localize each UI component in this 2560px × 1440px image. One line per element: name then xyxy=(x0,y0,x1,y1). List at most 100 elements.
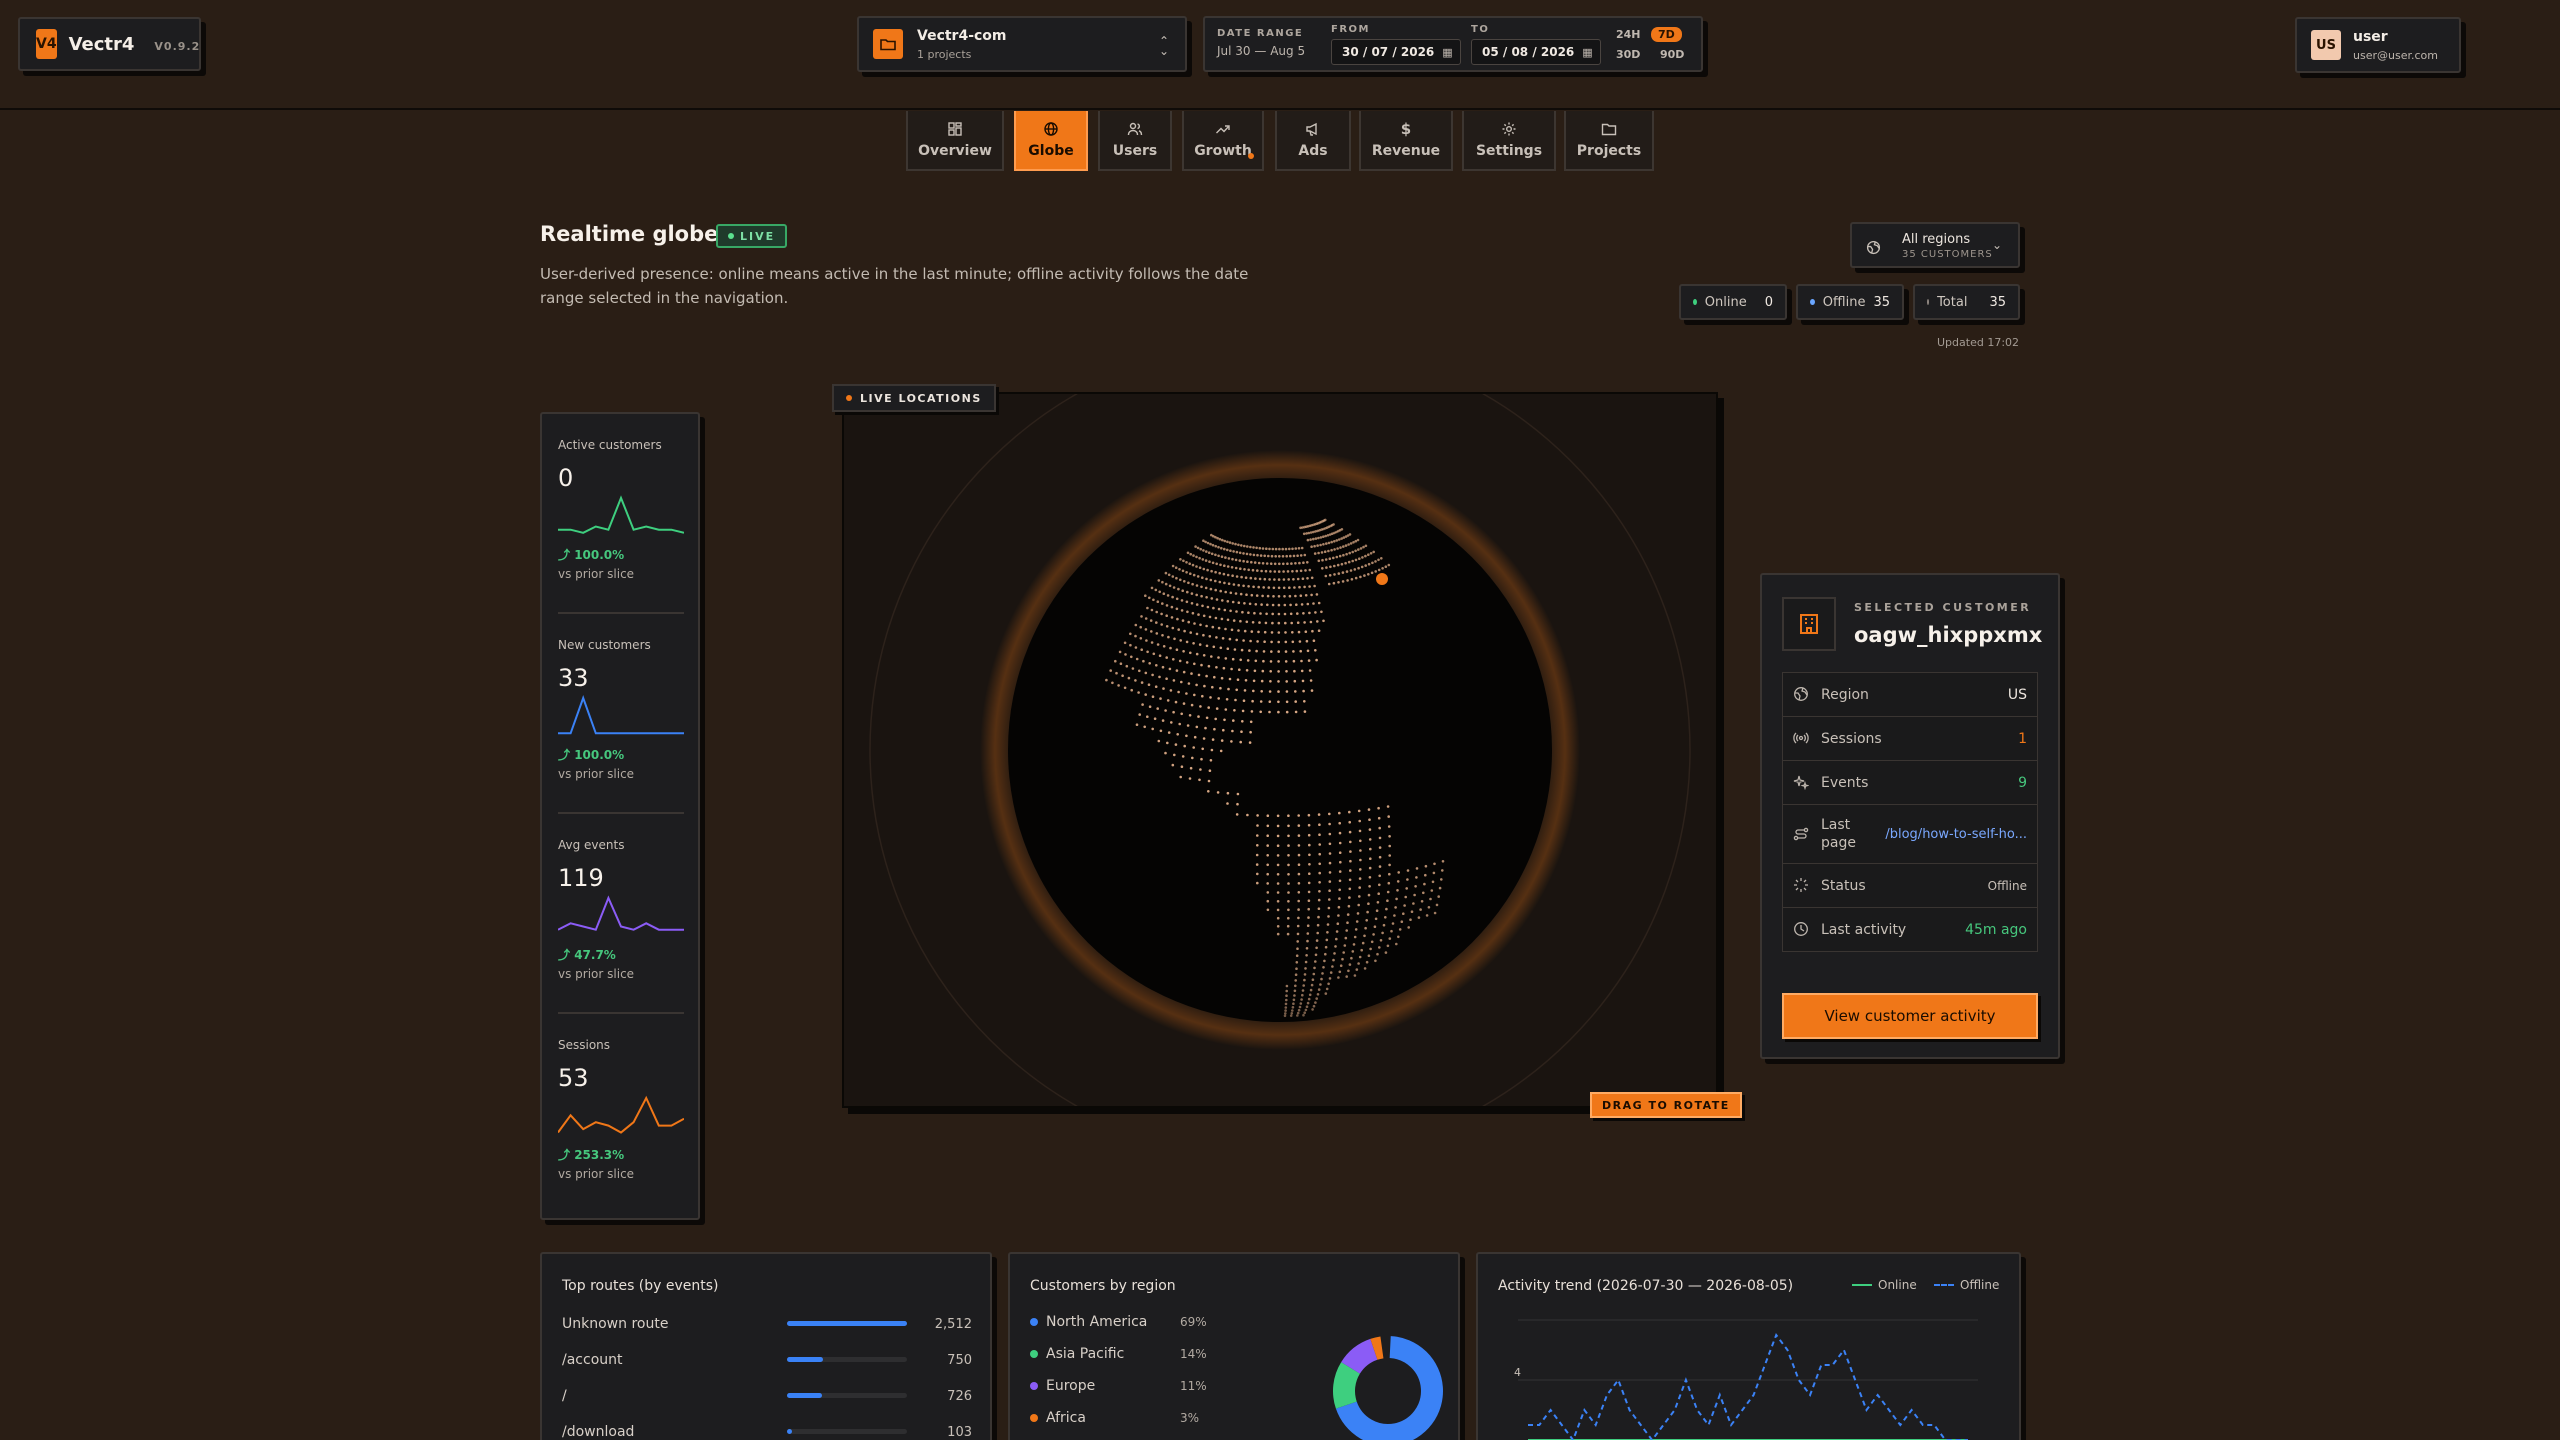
land-dot xyxy=(1271,621,1274,625)
land-dot xyxy=(1256,569,1259,572)
tab-overview[interactable]: Overview xyxy=(906,111,1004,171)
land-dot xyxy=(1372,933,1375,936)
land-dot xyxy=(1196,546,1200,550)
land-dot xyxy=(1169,689,1173,692)
land-dot xyxy=(1363,934,1366,938)
online-dot xyxy=(1693,299,1697,305)
land-dot xyxy=(1308,853,1311,857)
tab-revenue[interactable]: $ Revenue xyxy=(1359,111,1453,171)
land-dot xyxy=(1359,849,1362,852)
land-dot xyxy=(1297,872,1301,876)
land-dot xyxy=(1298,640,1302,643)
land-dot xyxy=(1252,585,1255,589)
land-dot xyxy=(1367,954,1371,957)
customer-location-marker[interactable] xyxy=(1376,573,1388,585)
globe[interactable] xyxy=(844,339,1716,1161)
land-dot xyxy=(1311,978,1315,981)
land-dot xyxy=(1263,640,1266,643)
land-dot xyxy=(1374,917,1378,921)
legend-swatch-online xyxy=(1852,1284,1872,1286)
tab-ads[interactable]: Ads xyxy=(1275,111,1351,171)
preset-90d[interactable]: 90D xyxy=(1660,48,1684,61)
detail-label: Sessions xyxy=(1821,730,1882,747)
land-dot xyxy=(1292,650,1295,653)
land-dot xyxy=(1198,778,1201,782)
land-dot xyxy=(1211,625,1215,629)
land-dot xyxy=(1302,1013,1305,1017)
land-dot xyxy=(1233,709,1236,712)
globe-icon xyxy=(1044,122,1058,136)
view-customer-activity-button[interactable]: View customer activity xyxy=(1782,993,2038,1039)
land-dot xyxy=(1276,854,1280,857)
preset-24h[interactable]: 24H xyxy=(1616,28,1641,41)
land-dot xyxy=(1325,542,1328,545)
land-dot xyxy=(1385,907,1388,911)
route-row[interactable]: Unknown route 2,512 xyxy=(562,1316,972,1336)
land-dot xyxy=(1266,854,1269,857)
land-dot xyxy=(1351,559,1354,563)
route-row[interactable]: / 726 xyxy=(562,1388,972,1408)
live-locations-chip: LIVE LOCATIONS xyxy=(832,384,996,412)
brand[interactable]: V4 Vectr4 V0.9.2 xyxy=(18,17,201,71)
globe-canvas[interactable] xyxy=(842,339,1718,1161)
land-dot xyxy=(1386,805,1390,808)
land-dot xyxy=(1308,872,1311,875)
land-dot xyxy=(1338,888,1341,892)
land-dot xyxy=(1295,954,1299,957)
land-dot xyxy=(1144,617,1148,620)
land-dot xyxy=(1273,570,1277,573)
land-dot xyxy=(1374,560,1377,563)
user-menu[interactable]: US user user@user.com xyxy=(2295,17,2461,73)
land-dot xyxy=(1292,998,1296,1002)
land-dot xyxy=(1310,689,1314,692)
land-dot xyxy=(1261,547,1265,550)
route-row[interactable]: /account 750 xyxy=(562,1352,972,1372)
land-dot xyxy=(1322,619,1325,623)
land-dot xyxy=(1263,630,1267,634)
land-dot xyxy=(1232,619,1236,622)
land-dot xyxy=(1328,898,1331,901)
land-dot xyxy=(1301,989,1305,992)
land-dot xyxy=(1358,955,1362,959)
land-dot xyxy=(1223,608,1227,612)
land-dot xyxy=(1177,690,1180,694)
region-select[interactable]: All regions 35 CUSTOMERS ⌄ xyxy=(1850,222,2020,268)
land-dot xyxy=(1373,925,1377,928)
land-dot xyxy=(1157,579,1161,582)
land-dot xyxy=(1234,558,1238,562)
land-dot xyxy=(1205,674,1208,678)
land-dot xyxy=(1388,937,1392,940)
land-dot xyxy=(1115,671,1118,675)
project-switcher[interactable]: Vectr4-com 1 projects ⌃ ⌄ xyxy=(857,16,1187,72)
land-dot xyxy=(1255,594,1259,597)
region-donut-chart xyxy=(1333,1336,1443,1440)
land-dot xyxy=(1298,561,1301,565)
tab-users[interactable]: Users xyxy=(1098,111,1172,171)
tab-globe[interactable]: Globe xyxy=(1014,111,1088,171)
to-date-input[interactable]: 05 / 08 / 2026 ▦ xyxy=(1471,39,1601,65)
land-dot xyxy=(1138,713,1141,716)
land-dot xyxy=(1360,948,1363,952)
land-dot xyxy=(1181,755,1185,758)
land-dot xyxy=(1223,581,1226,585)
preset-30d[interactable]: 30D xyxy=(1616,48,1640,61)
route-row[interactable]: /download 103 xyxy=(562,1424,972,1440)
land-dot xyxy=(1249,730,1252,734)
brand-logo: V4 xyxy=(36,29,57,59)
land-dot xyxy=(1326,923,1330,926)
detail-label: Last page xyxy=(1821,817,1856,851)
land-dot xyxy=(1222,666,1226,670)
tab-settings[interactable]: Settings xyxy=(1462,111,1556,171)
land-dot xyxy=(1252,679,1256,683)
tab-growth[interactable]: Growth xyxy=(1182,111,1264,171)
land-dot xyxy=(1260,569,1263,573)
land-dot xyxy=(1274,547,1278,551)
detail-value[interactable]: /blog/how-to-self-ho... xyxy=(1885,827,2027,842)
land-dot xyxy=(1287,916,1290,920)
land-dot xyxy=(1212,606,1215,610)
preset-7d[interactable]: 7D xyxy=(1651,27,1682,42)
tab-projects[interactable]: Projects xyxy=(1564,111,1654,171)
land-dot xyxy=(1227,557,1231,560)
from-date-input[interactable]: 30 / 07 / 2026 ▦ xyxy=(1331,39,1461,65)
land-dot xyxy=(1437,895,1440,898)
